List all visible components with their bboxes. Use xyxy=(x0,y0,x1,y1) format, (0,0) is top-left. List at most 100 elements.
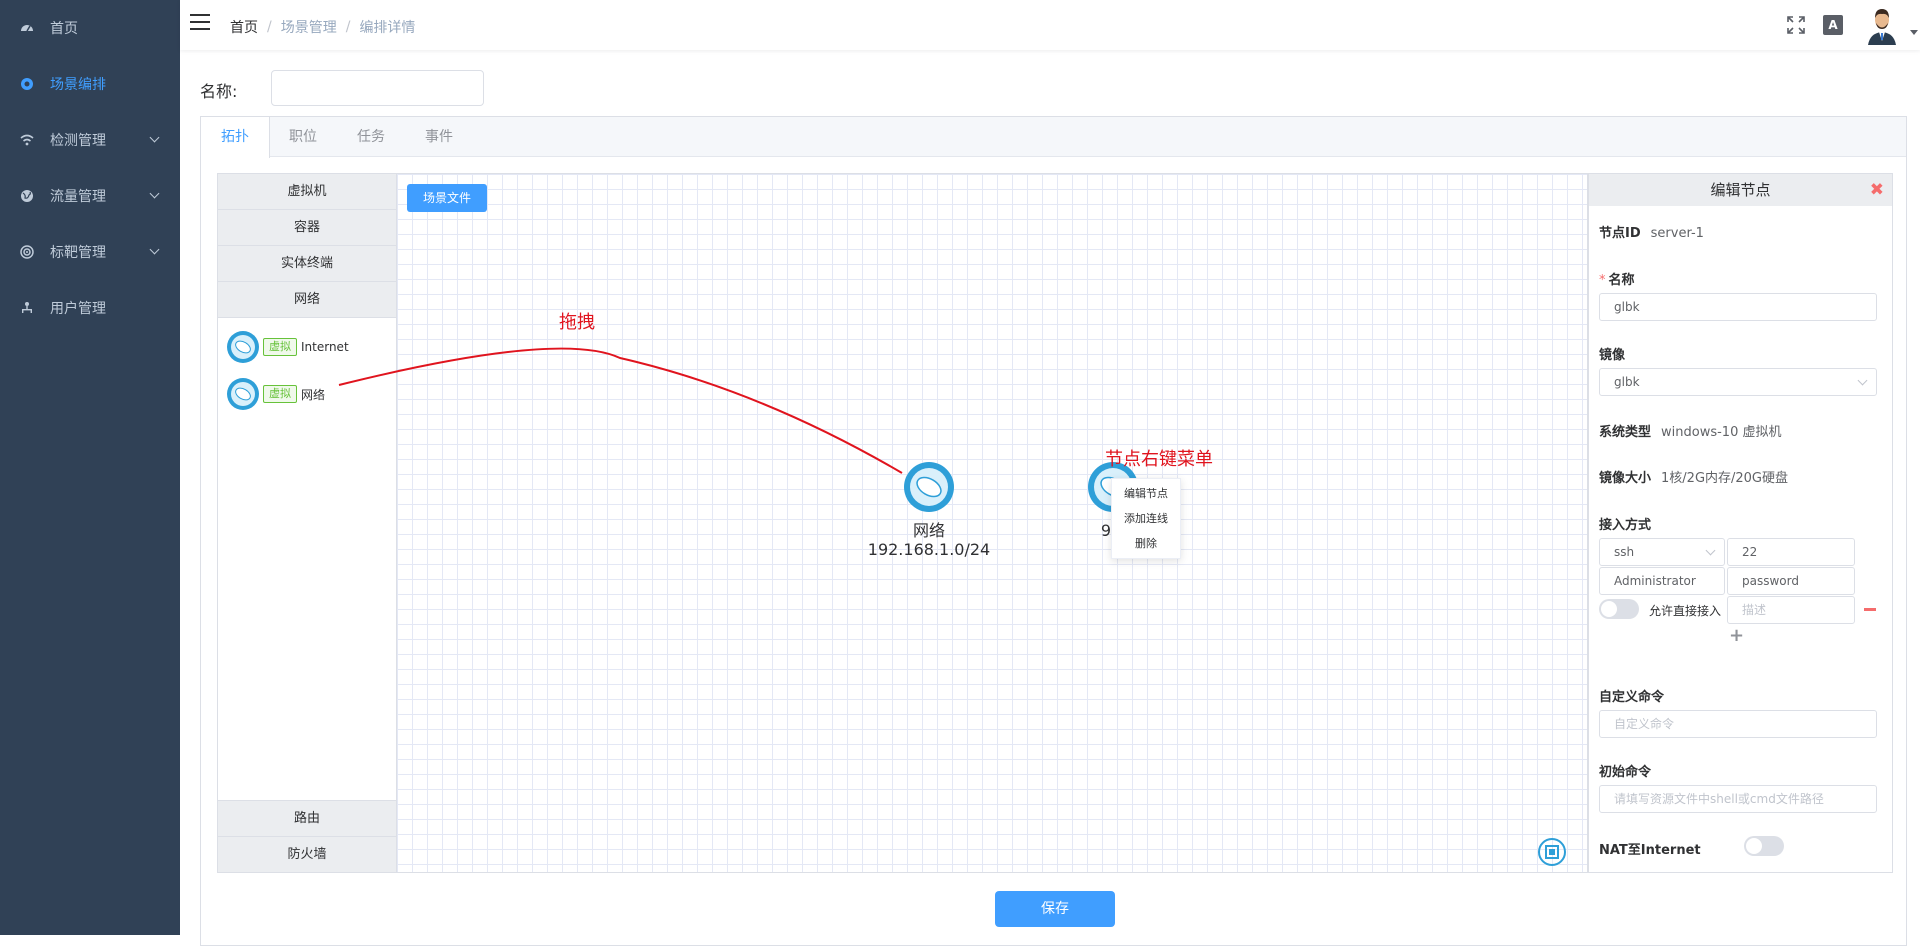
topology-canvas[interactable]: 场景文件 网络 192.168.1.0/24 9 编辑节点 添加连线 删除 拖拽… xyxy=(397,173,1588,873)
virtual-tag: 虚拟 xyxy=(263,338,297,356)
chevron-down-icon xyxy=(149,132,160,143)
chevron-down-icon xyxy=(149,244,160,255)
access-label-row: 接入方式 xyxy=(1599,514,1651,533)
sidebar-item-label: 场景编排 xyxy=(50,77,106,93)
sidebar-item-label: 标靶管理 xyxy=(50,245,106,261)
node-id-label: 节点ID xyxy=(1599,226,1641,241)
nat-switch[interactable] xyxy=(1744,836,1784,856)
chevron-down-icon xyxy=(1705,545,1716,556)
drag-annotation: 拖拽 xyxy=(559,312,595,333)
panel-title: 编辑节点 xyxy=(1710,181,1771,199)
menu-item-add-link[interactable]: 添加连线 xyxy=(1112,506,1180,531)
sidebar-item-label: 检测管理 xyxy=(50,133,106,149)
server-node-label: 9 xyxy=(1100,521,1111,540)
image-label-row: 镜像 xyxy=(1599,344,1625,363)
tab-event[interactable]: 事件 xyxy=(405,117,473,157)
init-cmd-input[interactable]: 请填写资源文件中shell或cmd文件路径 xyxy=(1599,785,1877,813)
required-mark: * xyxy=(1599,273,1606,288)
users-icon xyxy=(20,301,34,315)
tab-position[interactable]: 职位 xyxy=(269,117,337,157)
fit-view-icon[interactable] xyxy=(1537,837,1567,867)
sidebar-item-label: 首页 xyxy=(50,21,78,37)
palette-category-network[interactable]: 网络 xyxy=(218,282,396,318)
node-id-value: server-1 xyxy=(1650,226,1704,241)
node-name-label: 网络 xyxy=(912,521,945,540)
tab-topology[interactable]: 拓扑 xyxy=(201,117,270,158)
custom-cmd-input[interactable]: 自定义命令 xyxy=(1599,710,1877,738)
image-size-label: 镜像大小 xyxy=(1599,471,1652,486)
access-password-input[interactable]: password xyxy=(1727,567,1855,595)
tabs-card: 拓扑 职位 任务 事件 虚拟机 容器 实体终端 网络 虚拟 Internet 虚… xyxy=(200,116,1907,946)
globe-icon xyxy=(20,189,34,203)
access-port-input[interactable]: 22 xyxy=(1727,538,1855,566)
description-input[interactable]: 描述 xyxy=(1727,596,1855,624)
name-input[interactable] xyxy=(271,70,484,106)
chevron-down-icon xyxy=(149,188,160,199)
sidebar-item-users[interactable]: 用户管理 xyxy=(0,280,180,336)
wifi-icon xyxy=(20,133,34,147)
sidebar-item-home[interactable]: 首页 xyxy=(0,0,180,56)
node-cidr-label: 192.168.1.0/24 xyxy=(867,540,991,559)
sidebar: 首页 场景编排 检测管理 流量管理 标靶管理 用户管理 xyxy=(0,0,180,935)
breadcrumb-separator: / xyxy=(345,19,351,35)
palette-category-firewall[interactable]: 防火墙 xyxy=(218,836,396,872)
sidebar-item-traffic[interactable]: 流量管理 xyxy=(0,168,180,224)
caret-down-icon[interactable] xyxy=(1910,30,1918,35)
sidebar-item-label: 用户管理 xyxy=(50,301,106,317)
scene-icon xyxy=(20,77,34,91)
palette-bottom: 路由 防火墙 xyxy=(218,800,396,872)
allow-direct-switch[interactable] xyxy=(1599,599,1639,619)
access-protocol-value: ssh xyxy=(1614,545,1635,559)
palette-category-vm[interactable]: 虚拟机 xyxy=(218,174,396,210)
palette-category-router[interactable]: 路由 xyxy=(218,800,396,836)
target-icon xyxy=(20,245,34,259)
nat-label: NAT至Internet xyxy=(1599,843,1701,858)
palette-item-label: 网络 xyxy=(301,387,326,402)
save-button[interactable]: 保存 xyxy=(995,891,1115,927)
menu-item-delete[interactable]: 删除 xyxy=(1112,531,1180,556)
image-size-value: 1核/2G内存/20G硬盘 xyxy=(1661,471,1789,486)
sidebar-item-scene[interactable]: 场景编排 xyxy=(0,56,180,112)
breadcrumb-section[interactable]: 场景管理 xyxy=(281,17,337,37)
node-context-menu: 编辑节点 添加连线 删除 xyxy=(1111,478,1181,559)
access-protocol-select[interactable]: ssh xyxy=(1599,538,1725,566)
access-user-input[interactable]: Administrator xyxy=(1599,567,1725,595)
sidebar-item-detection[interactable]: 检测管理 xyxy=(0,112,180,168)
init-cmd-label-row: 初始命令 xyxy=(1599,761,1651,780)
scene-file-button[interactable]: 场景文件 xyxy=(407,184,487,212)
avatar[interactable] xyxy=(1862,5,1902,45)
fullscreen-icon[interactable] xyxy=(1787,16,1805,34)
remove-access-icon[interactable] xyxy=(1864,608,1876,611)
network-node-icon xyxy=(227,331,259,363)
translate-icon[interactable]: A xyxy=(1823,15,1843,35)
palette-category-terminal[interactable]: 实体终端 xyxy=(218,246,396,282)
custom-cmd-label-row: 自定义命令 xyxy=(1599,686,1664,705)
top-navbar: 首页 / 场景管理 / 编排详情 A xyxy=(180,0,1920,50)
image-label: 镜像 xyxy=(1599,348,1626,363)
breadcrumb-separator: / xyxy=(267,19,272,35)
breadcrumb-home[interactable]: 首页 xyxy=(230,17,258,37)
palette-item-label: Internet xyxy=(301,340,349,354)
allow-direct-label: 允许直接接入 xyxy=(1649,604,1722,618)
image-select[interactable]: glbk xyxy=(1599,368,1877,396)
node-name-input[interactable]: glbk xyxy=(1599,293,1877,321)
dashboard-icon xyxy=(20,21,34,35)
add-access-icon[interactable]: + xyxy=(1729,625,1744,646)
palette-category-container[interactable]: 容器 xyxy=(218,210,396,246)
palette-item-network[interactable]: 虚拟 网络 xyxy=(226,377,325,411)
tab-task[interactable]: 任务 xyxy=(337,117,405,157)
sidebar-item-target[interactable]: 标靶管理 xyxy=(0,224,180,280)
hamburger-icon[interactable] xyxy=(190,14,210,30)
image-select-value: glbk xyxy=(1614,375,1640,389)
virtual-tag: 虚拟 xyxy=(263,385,297,403)
sidebar-item-label: 流量管理 xyxy=(50,189,106,205)
close-icon[interactable]: ✖ xyxy=(1870,174,1884,206)
menu-item-edit-node[interactable]: 编辑节点 xyxy=(1112,481,1180,506)
network-node[interactable] xyxy=(903,461,955,513)
breadcrumb: 首页 / 场景管理 / 编排详情 xyxy=(230,17,415,37)
network-node-icon xyxy=(904,462,954,512)
name-label: 名称: xyxy=(200,82,238,101)
palette-item-internet[interactable]: 虚拟 Internet xyxy=(226,330,349,364)
init-cmd-label: 初始命令 xyxy=(1599,765,1652,780)
chevron-down-icon xyxy=(1857,375,1868,386)
